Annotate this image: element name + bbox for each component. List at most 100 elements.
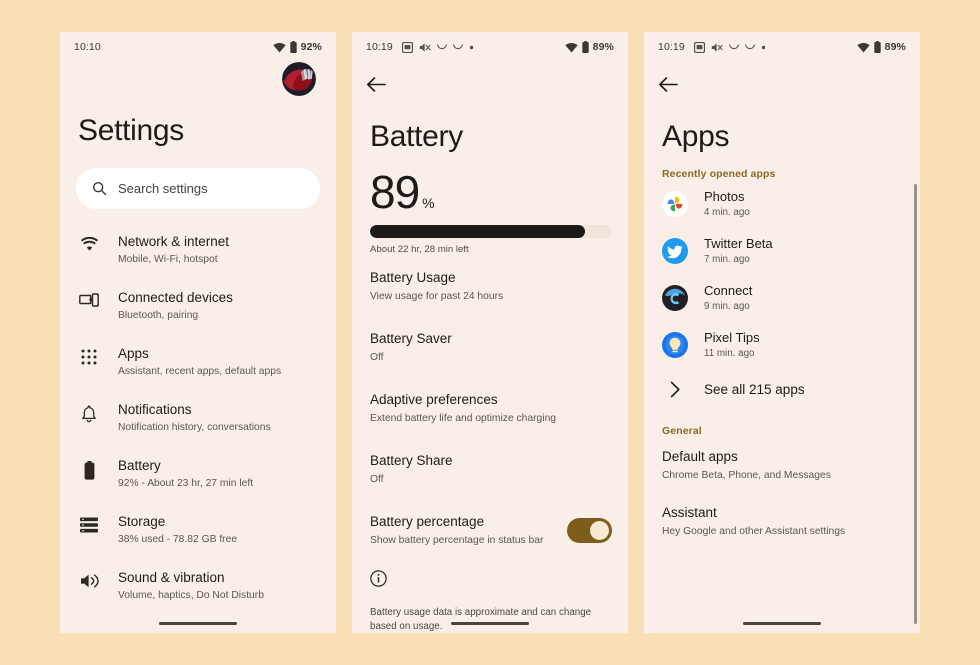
gesture-bar[interactable]: [159, 622, 237, 625]
sidebar-item-subtitle: Mobile, Wi-Fi, hotspot: [118, 254, 218, 265]
settings-list: Network & internet Mobile, Wi-Fi, hotspo…: [60, 221, 336, 613]
settings-status-bar: 10:10 92%: [60, 32, 336, 62]
back-arrow-icon: [659, 76, 678, 92]
status-bar-right-icons: 92%: [273, 41, 322, 53]
sidebar-item-label: Battery: [118, 458, 161, 473]
list-item-subtitle: Show battery percentage in status bar: [370, 535, 544, 546]
list-item-text: Adaptive preferences Extend battery life…: [370, 391, 612, 425]
dot-icon: [761, 45, 765, 49]
list-item-battery-share[interactable]: Battery Share Off: [352, 438, 628, 499]
list-item-twitter-beta[interactable]: Twitter Beta 7 min. ago: [644, 227, 920, 274]
apps-status-bar: 10:19 89%: [644, 32, 920, 62]
list-item-text: Twitter Beta 7 min. ago: [704, 236, 773, 265]
list-item-connect[interactable]: Connect 9 min. ago: [644, 274, 920, 321]
sidebar-item-label: Storage: [118, 514, 166, 529]
sidebar-item-sound-vibration[interactable]: Sound & vibration Volume, haptics, Do No…: [60, 557, 336, 613]
list-item-battery-percentage[interactable]: Battery percentage Show battery percenta…: [352, 499, 628, 560]
battery-icon: [873, 41, 881, 53]
toggle-knob: [590, 520, 609, 540]
battery-phone-frame: 10:19 89% Battery 89 % About 22 hr, 28 m…: [352, 32, 628, 633]
sidebar-item-apps[interactable]: Apps Assistant, recent apps, default app…: [60, 333, 336, 389]
list-item-subtitle: Off: [370, 352, 384, 363]
list-item-label: Battery percentage: [370, 514, 485, 529]
sidebar-item-label: Sound & vibration: [118, 570, 225, 585]
battery-remaining-caption: About 22 hr, 28 min left: [370, 244, 469, 255]
mute-icon: [711, 42, 723, 52]
sidebar-item-label: Connected devices: [118, 290, 233, 305]
search-placeholder: Search settings: [118, 181, 208, 196]
status-bar-battery-percent: 89%: [592, 41, 614, 53]
list-item-text: Battery Saver Off: [370, 330, 612, 364]
info-icon[interactable]: [370, 570, 387, 587]
list-item-pixel-tips[interactable]: Pixel Tips 11 min. ago: [644, 321, 920, 368]
list-item-text: Connect 9 min. ago: [704, 283, 752, 312]
list-item-adaptive-preferences[interactable]: Adaptive preferences Extend battery life…: [352, 377, 628, 438]
pixel-tips-icon: [662, 331, 688, 358]
list-item-label: Photos: [704, 189, 745, 204]
list-item-subtitle: Chrome Beta, Phone, and Messages: [662, 470, 831, 481]
list-item-text: Pixel Tips 11 min. ago: [704, 330, 760, 359]
status-bar-right-icons: 89%: [857, 41, 906, 53]
avatar-image: [282, 62, 316, 96]
battery-level-display: 89 %: [352, 154, 628, 216]
section-header-general: General: [662, 425, 702, 437]
back-button[interactable]: [644, 62, 920, 106]
list-item-label: Assistant: [662, 505, 717, 520]
devices-icon: [78, 288, 100, 308]
sidebar-item-text: Apps Assistant, recent apps, default app…: [118, 344, 281, 378]
list-item-assistant[interactable]: Assistant Hey Google and other Assistant…: [644, 493, 920, 549]
sidebar-item-text: Storage 38% used - 78.82 GB free: [118, 512, 237, 546]
status-bar-clock: 10:10: [74, 41, 101, 53]
list-item-label: Default apps: [662, 449, 738, 464]
list-item-battery-saver[interactable]: Battery Saver Off: [352, 316, 628, 377]
page-title: Settings: [78, 114, 184, 147]
gesture-bar[interactable]: [743, 622, 821, 625]
list-item-label: Battery Saver: [370, 331, 452, 346]
crescent-icon: [452, 44, 463, 50]
crescent-icon: [744, 44, 755, 50]
list-item-subtitle: Off: [370, 474, 384, 485]
wifi-icon: [273, 42, 286, 52]
battery-footnote: Battery usage data is approximate and ca…: [370, 607, 592, 632]
battery-percentage-toggle[interactable]: [567, 517, 612, 543]
sidebar-item-label: Network & internet: [118, 234, 230, 249]
page-title: Battery: [370, 120, 463, 153]
search-settings-field[interactable]: Search settings: [76, 168, 320, 209]
sidebar-item-text: Connected devices Bluetooth, pairing: [118, 288, 233, 322]
sidebar-item-network-internet[interactable]: Network & internet Mobile, Wi-Fi, hotspo…: [60, 221, 336, 277]
status-bar-clock: 10:19: [658, 41, 685, 53]
sidebar-item-connected-devices[interactable]: Connected devices Bluetooth, pairing: [60, 277, 336, 333]
sidebar-item-notifications[interactable]: Notifications Notification history, conv…: [60, 389, 336, 445]
sidebar-item-text: Battery 92% - About 23 hr, 27 min left: [118, 456, 253, 490]
list-item-default-apps[interactable]: Default apps Chrome Beta, Phone, and Mes…: [644, 437, 920, 493]
dot-icon: [469, 45, 473, 49]
battery-progress-fill: [370, 225, 586, 238]
sidebar-item-label: Apps: [118, 346, 149, 361]
list-item-battery-usage[interactable]: Battery Usage View usage for past 24 hou…: [352, 255, 628, 316]
back-arrow-icon: [367, 76, 386, 92]
sidebar-item-text: Sound & vibration Volume, haptics, Do No…: [118, 568, 264, 602]
see-all-apps-label: See all 215 apps: [704, 382, 805, 397]
mute-icon: [419, 42, 431, 52]
list-item-subtitle: View usage for past 24 hours: [370, 291, 504, 302]
list-item-photos[interactable]: Photos 4 min. ago: [644, 180, 920, 227]
list-item-timestamp: 7 min. ago: [704, 254, 750, 265]
see-all-apps-button[interactable]: See all 215 apps: [644, 368, 920, 411]
back-button[interactable]: [352, 62, 628, 106]
wifi-icon: [565, 42, 578, 52]
sidebar-item-label: Notifications: [118, 402, 192, 417]
gesture-bar[interactable]: [451, 622, 529, 625]
vertical-scrollbar[interactable]: [914, 184, 917, 624]
sidebar-item-battery[interactable]: Battery 92% - About 23 hr, 27 min left: [60, 445, 336, 501]
battery-icon: [78, 456, 100, 480]
list-item-timestamp: 4 min. ago: [704, 207, 750, 218]
crescent-icon: [728, 44, 739, 50]
battery-icon: [289, 41, 297, 53]
sidebar-item-storage[interactable]: Storage 38% used - 78.82 GB free: [60, 501, 336, 557]
crescent-icon: [436, 44, 447, 50]
account-avatar[interactable]: [282, 62, 316, 96]
list-item-text: Battery Share Off: [370, 452, 612, 486]
sidebar-item-subtitle: Volume, haptics, Do Not Disturb: [118, 590, 264, 601]
list-item-label: Connect: [704, 283, 753, 298]
battery-level-number: 89: [370, 166, 420, 218]
